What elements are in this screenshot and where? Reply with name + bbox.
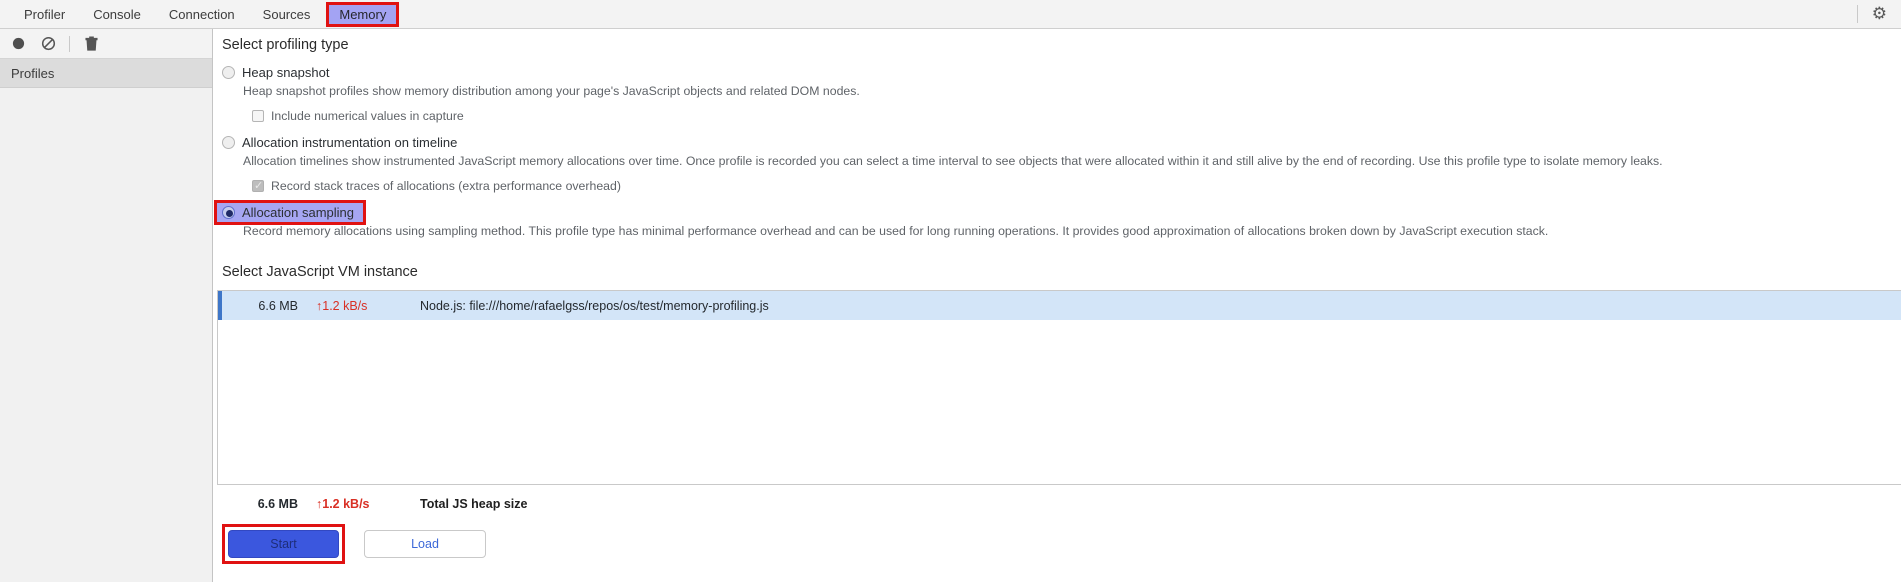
radio-unselected-icon[interactable] — [222, 66, 235, 79]
toolbar-divider — [1856, 5, 1858, 23]
allocation-timeline-description: Allocation timelines show instrumented J… — [243, 154, 1663, 168]
record-profile-icon[interactable] — [9, 35, 27, 53]
tab-memory[interactable]: Memory — [326, 1, 400, 27]
start-button[interactable]: Start — [228, 530, 339, 558]
option-heap-snapshot: Heap snapshot Heap snapshot profiles sho… — [222, 65, 1901, 123]
profiler-toolbar — [0, 29, 212, 59]
profiles-list-empty — [0, 88, 212, 582]
profiles-label: Profiles — [11, 65, 55, 81]
allocation-sampling-radio-row[interactable]: Allocation sampling — [214, 200, 1901, 225]
gear-icon[interactable]: ⚙ — [1872, 5, 1887, 23]
devtools-tab-bar: Profiler Console Connection Sources Memo… — [0, 0, 1901, 29]
vm-instance-heading: Select JavaScript VM instance — [222, 264, 418, 280]
radio-unselected-icon[interactable] — [222, 136, 235, 149]
start-button-annotation-box: Start — [222, 524, 345, 564]
allocation-sampling-description: Record memory allocations using sampling… — [243, 224, 1549, 238]
total-heap-row: 6.6 MB ↑1.2 kB/s Total JS heap size — [217, 497, 1901, 511]
allocation-sampling-label: Allocation sampling — [242, 205, 355, 220]
checkbox-checked-icon[interactable] — [252, 179, 264, 192]
include-numerical-values-label: Include numerical values in capture — [271, 109, 464, 123]
tab-console[interactable]: Console — [79, 3, 155, 26]
total-heap-rate: ↑1.2 kB/s — [316, 497, 370, 511]
action-buttons-row: Start Load — [222, 524, 1901, 564]
option-allocation-sampling: Allocation sampling Record memory alloca… — [214, 200, 1901, 238]
profiles-section-header: Profiles — [0, 59, 212, 88]
radio-selected-icon[interactable] — [222, 206, 235, 219]
vm-instance-list: 6.6 MB ↑1.2 kB/s Node.js: file:///home/r… — [217, 290, 1901, 485]
heap-snapshot-label: Heap snapshot — [242, 65, 330, 80]
vm-heap-size: 6.6 MB — [258, 298, 298, 313]
profiling-type-heading: Select profiling type — [222, 37, 349, 53]
tab-bar-right: ⚙ — [1856, 0, 1901, 28]
vm-heap-rate: ↑1.2 kB/s — [316, 298, 368, 313]
profiles-sidebar: Profiles — [0, 29, 213, 582]
checkbox-unchecked-icon[interactable] — [252, 110, 264, 122]
record-stack-traces-label: Record stack traces of allocations (extr… — [271, 179, 621, 193]
heap-snapshot-description: Heap snapshot profiles show memory distr… — [243, 84, 860, 98]
include-numerical-values-row[interactable]: Include numerical values in capture — [252, 109, 1901, 123]
load-button[interactable]: Load — [364, 530, 486, 558]
tab-connection[interactable]: Connection — [155, 3, 249, 26]
clear-profiles-icon[interactable] — [39, 35, 57, 53]
vm-instance-name: Node.js: file:///home/rafaelgss/repos/os… — [420, 298, 769, 313]
tab-sources[interactable]: Sources — [249, 3, 325, 26]
heap-snapshot-radio-row[interactable]: Heap snapshot — [222, 65, 1901, 80]
option-allocation-timeline: Allocation instrumentation on timeline A… — [222, 135, 1901, 193]
trash-icon[interactable] — [82, 35, 100, 53]
allocation-sampling-annotation-box[interactable]: Allocation sampling — [214, 200, 367, 225]
total-heap-label: Total JS heap size — [420, 497, 528, 511]
vm-instance-row[interactable]: 6.6 MB ↑1.2 kB/s Node.js: file:///home/r… — [218, 291, 1901, 320]
selected-row-accent-bar — [218, 291, 222, 320]
allocation-timeline-label: Allocation instrumentation on timeline — [242, 135, 458, 150]
toolbar-divider — [69, 35, 70, 52]
total-heap-size: 6.6 MB — [257, 497, 298, 511]
memory-panel: Select profiling type Heap snapshot Heap… — [213, 29, 1901, 582]
allocation-timeline-radio-row[interactable]: Allocation instrumentation on timeline — [222, 135, 1901, 150]
record-stack-traces-row[interactable]: Record stack traces of allocations (extr… — [252, 179, 1901, 193]
tab-profiler[interactable]: Profiler — [10, 3, 79, 26]
